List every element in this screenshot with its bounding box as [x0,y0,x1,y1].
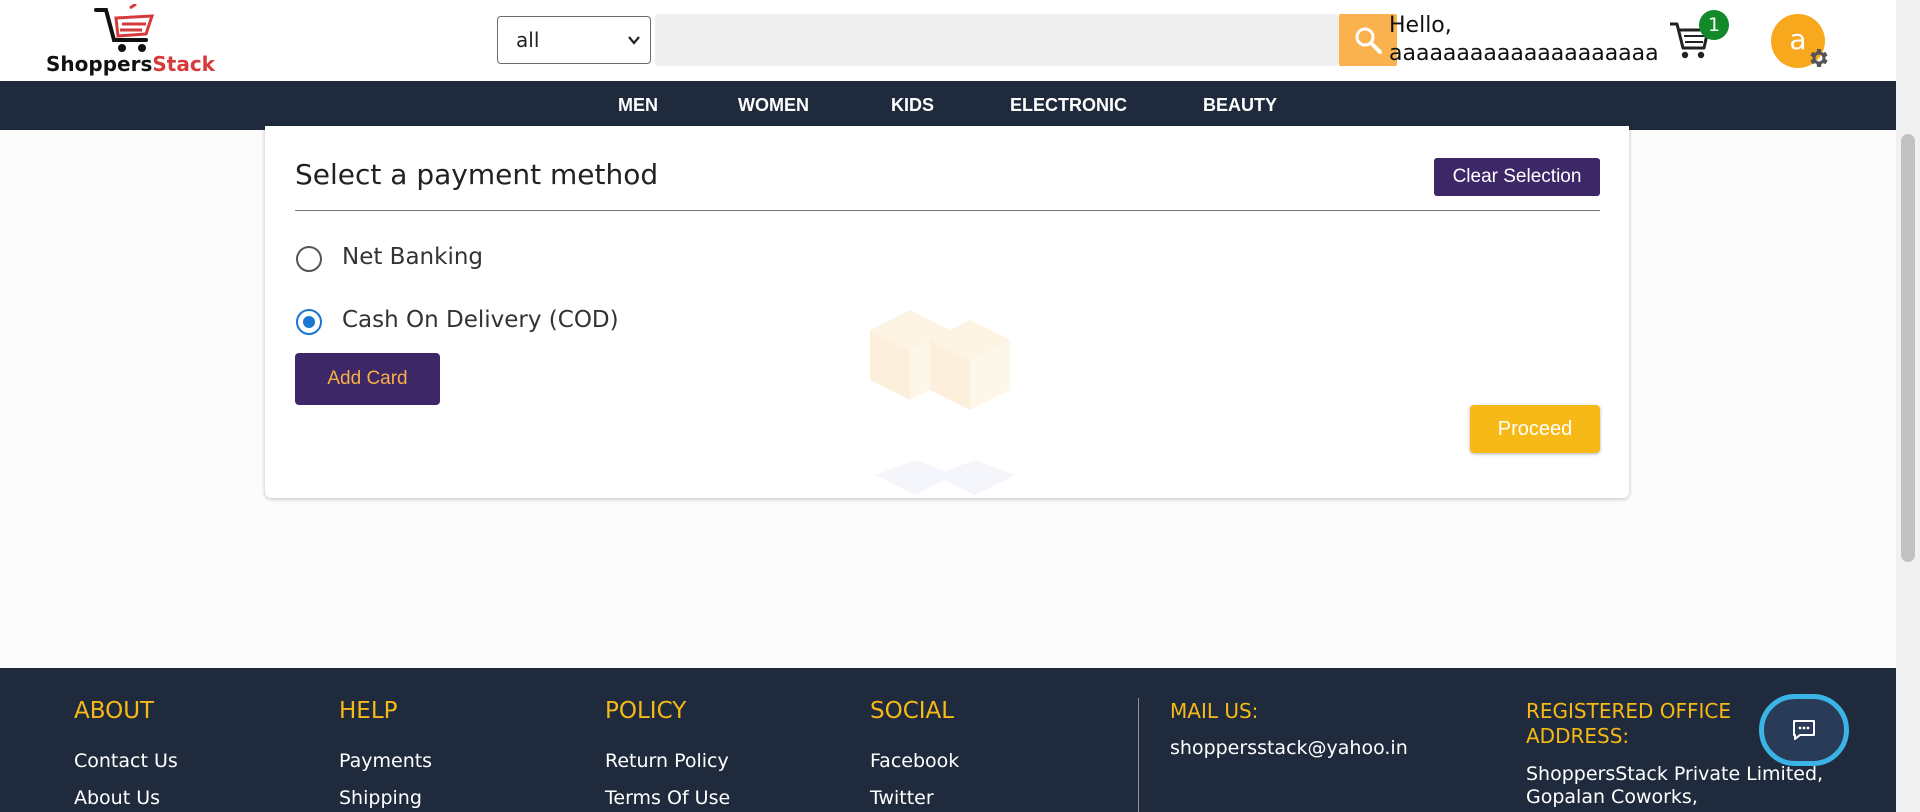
footer-link-twitter[interactable]: Twitter [870,787,934,809]
footer-address-line2: Gopalan Coworks, [1526,786,1698,808]
nav-item-women[interactable]: WOMEN [738,81,809,130]
chat-button[interactable] [1759,694,1849,766]
page-title: Select a payment method [295,158,659,191]
header: ShoppersStack all Hello, aaaaaaaaaaaaaaa… [0,0,1896,81]
greeting: Hello, aaaaaaaaaaaaaaaaaaaa [1389,12,1659,68]
category-nav: MEN WOMEN KIDS ELECTRONIC BEAUTY [0,81,1896,130]
proceed-button[interactable]: Proceed [1470,405,1600,453]
greeting-line1: Hello, [1389,13,1452,38]
footer-help-heading: HELP [339,698,398,724]
footer-social-heading: SOCIAL [870,698,955,724]
title-divider [295,210,1600,211]
radio-cod[interactable] [296,309,322,335]
footer-link-payments[interactable]: Payments [339,750,432,772]
search-input[interactable] [655,14,1339,66]
footer-link-shipping[interactable]: Shipping [339,787,422,809]
cart-logo-icon [94,4,155,52]
footer-policy-heading: POLICY [605,698,687,724]
nav-item-electronic[interactable]: ELECTRONIC [1010,81,1127,130]
footer-divider [1138,698,1139,812]
chat-icon [1793,720,1815,740]
nav-item-men[interactable]: MEN [618,81,658,130]
footer-link-return-policy[interactable]: Return Policy [605,750,729,772]
greeting-username: aaaaaaaaaaaaaaaaaaaa [1389,41,1659,66]
footer-office-heading-line2: ADDRESS: [1526,724,1630,748]
footer-office-heading-line1: REGISTERED OFFICE [1526,699,1732,723]
footer-mail-heading: MAIL US: [1170,699,1259,723]
search-icon [1355,27,1382,54]
footer-link-about-us[interactable]: About Us [74,787,160,809]
nav-item-beauty[interactable]: BEAUTY [1203,81,1277,130]
nav-item-kids[interactable]: KIDS [891,81,934,130]
radio-label-net-banking[interactable]: Net Banking [342,244,483,270]
radio-net-banking[interactable] [296,246,322,272]
gear-icon[interactable] [1806,46,1830,70]
footer-office-heading: REGISTERED OFFICE ADDRESS: [1526,699,1731,749]
footer-link-terms-of-use[interactable]: Terms Of Use [605,787,730,809]
cart-count-badge: 1 [1699,10,1729,40]
logo-text: ShoppersStack [46,52,215,76]
footer-about-heading: ABOUT [74,698,155,724]
category-select-value: all [516,28,540,52]
scrollbar-thumb[interactable] [1901,134,1915,562]
footer-address-line1: ShoppersStack Private Limited, [1526,763,1824,785]
logo[interactable]: ShoppersStack [46,4,226,76]
category-select[interactable]: all [497,16,651,64]
radio-label-cod[interactable]: Cash On Delivery (COD) [342,307,619,333]
footer-email[interactable]: shoppersstack@yahoo.in [1170,737,1408,759]
loading-boxes-icon [870,310,1015,495]
footer-link-contact-us[interactable]: Contact Us [74,750,178,772]
chevron-down-icon [628,36,640,45]
clear-selection-button[interactable]: Clear Selection [1434,158,1600,196]
add-card-button[interactable]: Add Card [295,353,440,405]
footer-link-facebook[interactable]: Facebook [870,750,959,772]
